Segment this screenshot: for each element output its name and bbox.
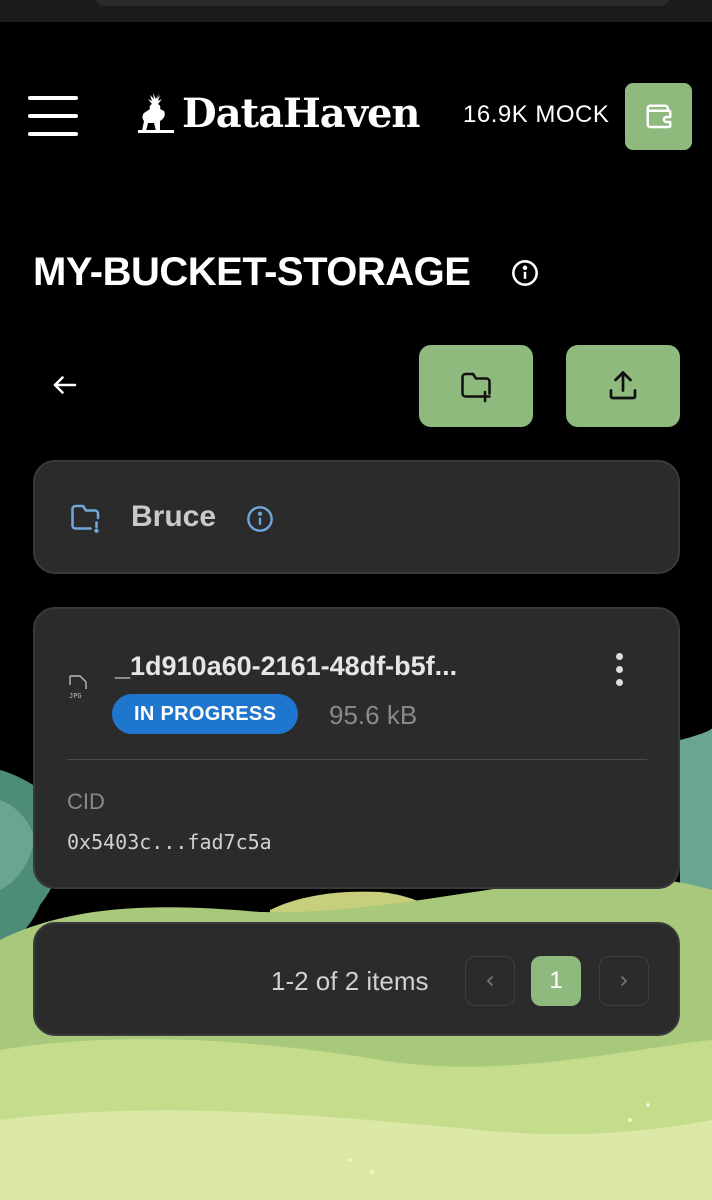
- arrow-left-icon: [53, 376, 77, 394]
- cid-value[interactable]: 0x5403c...fad7c5a: [67, 830, 272, 854]
- info-icon[interactable]: [246, 505, 274, 533]
- divider: [67, 759, 647, 760]
- file-row[interactable]: JPG _1d910a60-2161-48df-b5f... IN PROGRE…: [33, 607, 680, 889]
- hamburger-menu-icon[interactable]: [28, 96, 78, 136]
- folder-row[interactable]: Bruce: [33, 460, 680, 574]
- back-button[interactable]: [45, 365, 85, 405]
- chevron-right-icon: [621, 976, 628, 986]
- more-options-icon[interactable]: [607, 649, 633, 689]
- balance-display: 16.9K MOCK: [463, 101, 610, 128]
- file-size: 95.6 kB: [329, 700, 418, 730]
- jpg-file-icon: JPG: [69, 675, 87, 700]
- folder-plus-icon: [461, 372, 491, 403]
- app-name: DataHaven: [182, 89, 420, 137]
- wallet-button[interactable]: [625, 83, 692, 150]
- status-badge: IN PROGRESS: [112, 694, 299, 734]
- new-folder-button[interactable]: [419, 345, 533, 427]
- chevron-left-icon: [486, 976, 493, 986]
- file-type-label: JPG: [69, 692, 82, 700]
- pagination-summary: 1-2 of 2 items: [271, 966, 429, 996]
- folder-name: Bruce: [131, 500, 217, 533]
- upload-button[interactable]: [566, 345, 680, 427]
- next-page-button[interactable]: [599, 956, 649, 1006]
- page-title: MY-BUCKET-STORAGE: [33, 250, 471, 294]
- page-button-current[interactable]: 1: [531, 956, 581, 1006]
- browser-top-bar: [0, 0, 712, 22]
- folder-icon: [71, 504, 100, 533]
- stag-icon: [138, 93, 174, 133]
- upload-icon: [609, 371, 637, 400]
- cid-label: CID: [67, 789, 105, 814]
- wallet-icon: [646, 104, 671, 128]
- file-name: _1d910a60-2161-48df-b5f...: [115, 651, 458, 681]
- previous-page-button[interactable]: [465, 956, 515, 1006]
- logo[interactable]: DataHaven: [138, 88, 420, 138]
- pagination-bar: 1-2 of 2 items 1: [33, 922, 680, 1036]
- info-icon[interactable]: [511, 259, 539, 287]
